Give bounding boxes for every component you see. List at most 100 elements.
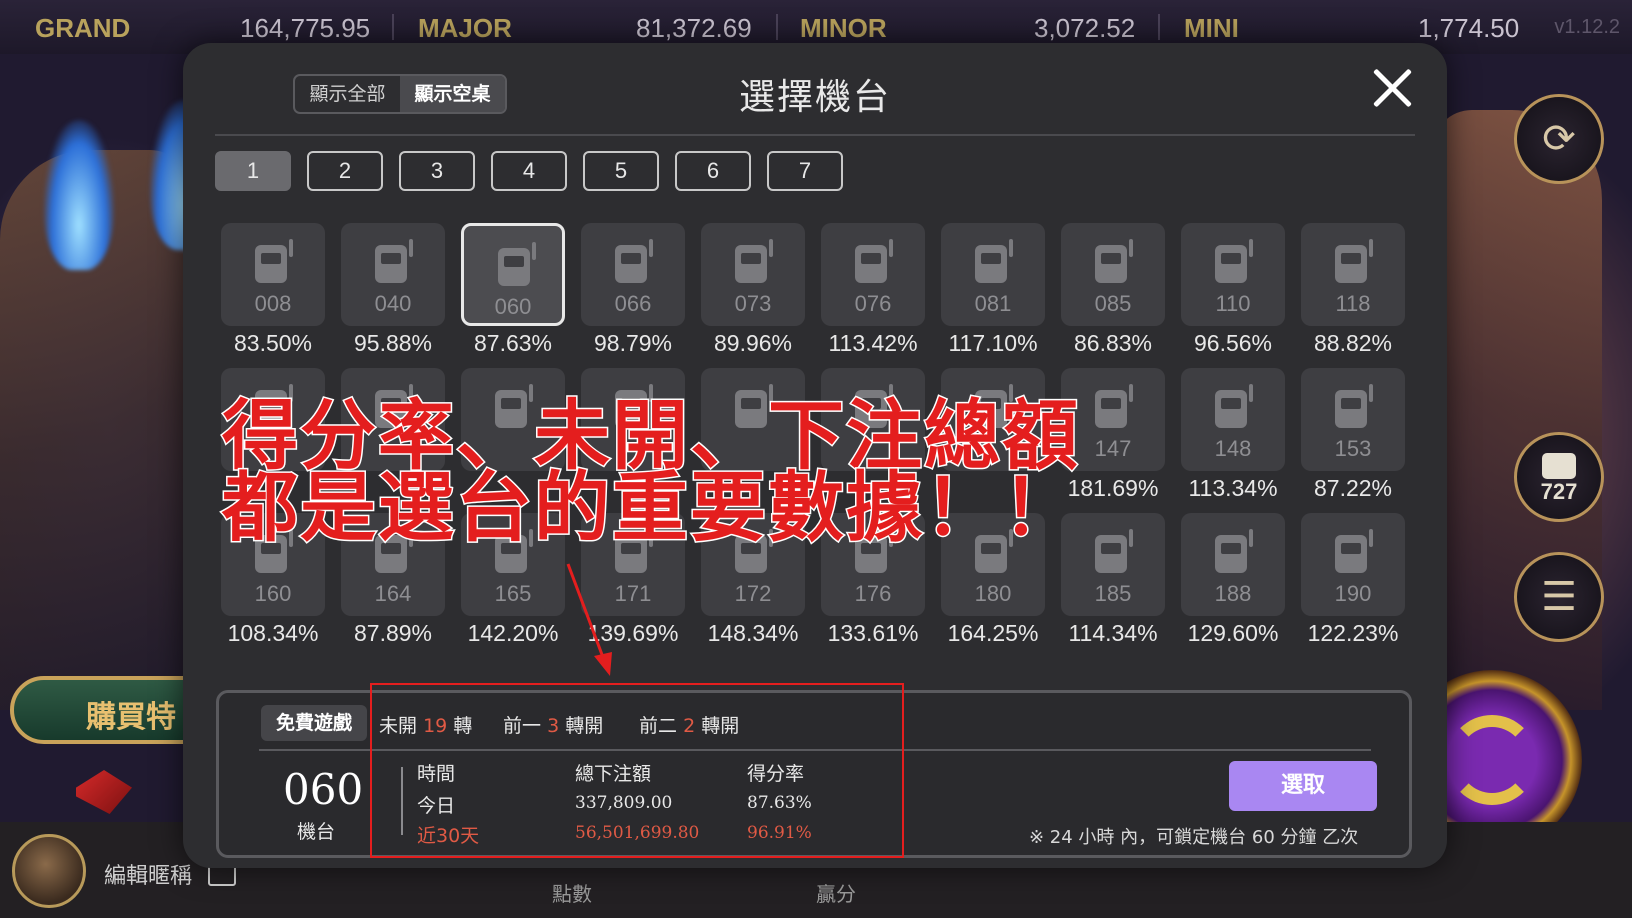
machine-count-button[interactable]: 727 xyxy=(1514,432,1604,522)
slot-machine-icon xyxy=(975,239,1013,283)
machine-tile[interactable]: 040 xyxy=(341,223,445,326)
machine-rate: 98.79% xyxy=(593,330,672,356)
tab-page-2[interactable]: 2 xyxy=(307,151,383,191)
machine-card[interactable]: 118 88.82% xyxy=(1301,223,1405,356)
blue-flame xyxy=(44,120,114,270)
machine-card[interactable]: 190 122.23% xyxy=(1301,513,1405,646)
machine-card[interactable]: 040 95.88% xyxy=(341,223,445,356)
machine-rate: 95.88% xyxy=(353,330,432,356)
slot-machine-icon xyxy=(1542,453,1576,479)
slot-machine-icon xyxy=(375,239,413,283)
machine-number: 188 xyxy=(1214,581,1252,606)
close-icon[interactable] xyxy=(1369,65,1415,111)
tab-page-4[interactable]: 4 xyxy=(491,151,567,191)
machine-rate: 117.10% xyxy=(948,330,1038,356)
machine-number: 118 xyxy=(1335,291,1371,316)
slot-machine-icon xyxy=(1335,239,1373,283)
machine-tile[interactable]: 118 xyxy=(1301,223,1405,326)
machine-rate: 87.22% xyxy=(1313,475,1392,501)
win-label: 贏分 xyxy=(816,882,856,906)
machine-tile[interactable]: 190 xyxy=(1301,513,1405,616)
machine-card[interactable]: 073 89.96% xyxy=(701,223,805,356)
machine-number: 081 xyxy=(974,291,1012,316)
selected-machine-number: 060 xyxy=(283,765,364,814)
machine-rate: 142.20% xyxy=(467,620,559,646)
highlight-box xyxy=(370,683,904,858)
slot-machine-icon xyxy=(1335,384,1373,428)
machine-tile[interactable]: 188 xyxy=(1181,513,1285,616)
machine-rate: 87.89% xyxy=(353,620,432,646)
machine-number: 190 xyxy=(1334,581,1372,606)
machine-card[interactable]: 066 98.79% xyxy=(581,223,685,356)
machine-card[interactable]: 081 117.10% xyxy=(941,223,1045,356)
slot-machine-icon xyxy=(1215,529,1253,573)
tab-page-3[interactable]: 3 xyxy=(399,151,475,191)
machine-rate: 133.61% xyxy=(827,620,919,646)
avatar[interactable] xyxy=(12,834,86,908)
machine-number: 008 xyxy=(254,291,292,316)
tab-free-game[interactable]: 免費遊戲 xyxy=(261,705,367,741)
select-button[interactable]: 選取 xyxy=(1229,761,1377,811)
machine-number: 172 xyxy=(734,581,772,606)
machine-card[interactable]: 153 87.22% xyxy=(1301,368,1405,501)
machine-rate: 86.83% xyxy=(1073,330,1152,356)
tab-page-6[interactable]: 6 xyxy=(675,151,751,191)
jackpot-grand-label: GRAND xyxy=(35,13,131,43)
machine-number: 176 xyxy=(854,581,892,606)
jackpot-mini-label: MINI xyxy=(1184,13,1239,43)
slot-machine-icon xyxy=(498,242,536,286)
machine-card[interactable]: 110 96.56% xyxy=(1181,223,1285,356)
menu-button[interactable]: ☰ xyxy=(1514,552,1604,642)
machine-tile[interactable]: 081 xyxy=(941,223,1045,326)
jackpot-separator xyxy=(776,14,778,40)
machine-number: 180 xyxy=(974,581,1012,606)
machine-tile[interactable]: 060 xyxy=(461,223,565,326)
machine-card[interactable]: 076 113.42% xyxy=(821,223,925,356)
machine-tile[interactable]: 153 xyxy=(1301,368,1405,471)
slot-machine-icon xyxy=(1215,239,1253,283)
tab-page-1[interactable]: 1 xyxy=(215,151,291,191)
tab-page-5[interactable]: 5 xyxy=(583,151,659,191)
machine-rate: 83.50% xyxy=(233,330,312,356)
machine-number: 076 xyxy=(854,291,892,316)
machine-rate: 113.42% xyxy=(828,330,918,356)
machine-card[interactable]: 188 129.60% xyxy=(1181,513,1285,646)
machine-tile[interactable]: 008 xyxy=(221,223,325,326)
machine-tile[interactable]: 085 xyxy=(1061,223,1165,326)
machine-card[interactable]: 085 86.83% xyxy=(1061,223,1165,356)
slot-machine-icon xyxy=(735,239,773,283)
rotate-screen-button[interactable]: ⟳ xyxy=(1514,94,1604,184)
tab-page-7[interactable]: 7 xyxy=(767,151,843,191)
version-label: v1.12.2 xyxy=(1554,16,1620,38)
nickname-edit-label[interactable]: 編輯暱稱 xyxy=(104,858,192,890)
slot-machine-icon xyxy=(1095,529,1133,573)
machine-tile[interactable]: 073 xyxy=(701,223,805,326)
jackpot-separator xyxy=(1158,14,1160,40)
machine-rate: 88.82% xyxy=(1313,330,1392,356)
machine-card[interactable]: 148 113.34% xyxy=(1181,368,1285,501)
machine-number: 066 xyxy=(614,291,652,316)
page-tabs: 1234567 xyxy=(215,151,843,191)
annotation-arrow xyxy=(566,563,612,676)
jackpot-minor-value: 3,072.52 xyxy=(1034,13,1136,43)
jackpot-minor-label: MINOR xyxy=(800,13,887,43)
spin-arrows-icon xyxy=(1447,715,1537,805)
machine-tile[interactable]: 148 xyxy=(1181,368,1285,471)
machine-number: 060 xyxy=(494,294,532,319)
machine-card[interactable]: 008 83.50% xyxy=(221,223,325,356)
machine-tile[interactable]: 110 xyxy=(1181,223,1285,326)
machine-label: 機台 xyxy=(297,821,336,843)
slot-machine-icon xyxy=(1335,529,1373,573)
slot-machine-icon xyxy=(1095,239,1133,283)
machine-tile[interactable]: 066 xyxy=(581,223,685,326)
slot-machine-icon xyxy=(855,239,893,283)
machine-rate: 89.96% xyxy=(713,330,792,356)
jackpot-grand-value: 164,775.95 xyxy=(240,13,371,43)
machine-number: 185 xyxy=(1094,581,1132,606)
slot-machine-icon xyxy=(1095,384,1133,428)
machine-number: 148 xyxy=(1214,436,1252,461)
jackpot-mini-value: 1,774.50 xyxy=(1418,13,1520,43)
machine-tile[interactable]: 076 xyxy=(821,223,925,326)
machine-rate: 96.56% xyxy=(1193,330,1272,356)
machine-card[interactable]: 060 87.63% xyxy=(461,223,565,356)
